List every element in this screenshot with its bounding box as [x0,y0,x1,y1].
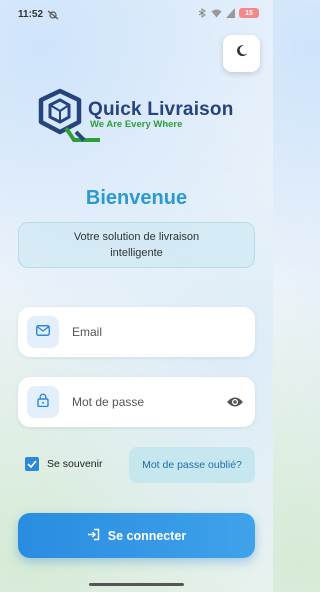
remember-checkbox[interactable] [25,457,39,471]
welcome-title: Bienvenue [85,187,188,209]
lock-icon [37,393,49,412]
email-field[interactable] [18,307,255,357]
password-field[interactable] [18,377,255,427]
home-indicator[interactable] [89,583,184,586]
logo-tagline: We Are Every Where [90,119,183,130]
login-label: Se connecter [107,528,187,543]
theme-toggle-button[interactable] [223,35,260,72]
password-input[interactable] [72,377,222,427]
email-icon-box [27,316,59,348]
remember-label: Se souvenir [47,458,103,470]
moon-icon [235,44,249,63]
battery-indicator: 15 [239,8,259,18]
wifi-icon [211,8,222,18]
email-input[interactable] [72,307,222,357]
remember-me[interactable]: Se souvenir [25,457,102,471]
app-logo: Quick Livraison We Are Every Where [38,88,238,144]
show-password-icon[interactable] [225,392,245,412]
status-bar: 11:52 15 [0,0,273,28]
forgot-password-button[interactable]: Mot de passe oublié? [129,447,255,483]
status-icons: 15 [198,8,259,18]
logo-title: Quick Livraison [88,99,234,120]
login-button[interactable]: Se connecter [18,513,255,558]
welcome-subtitle: Votre solution de livraison intelligente [18,222,255,268]
login-icon [87,528,100,544]
password-icon-box [27,386,59,418]
status-time: 11:52 [18,9,44,20]
signal-icon [226,8,235,18]
screen-record-icon [47,8,59,20]
envelope-icon [36,323,50,341]
bluetooth-icon [198,8,207,18]
